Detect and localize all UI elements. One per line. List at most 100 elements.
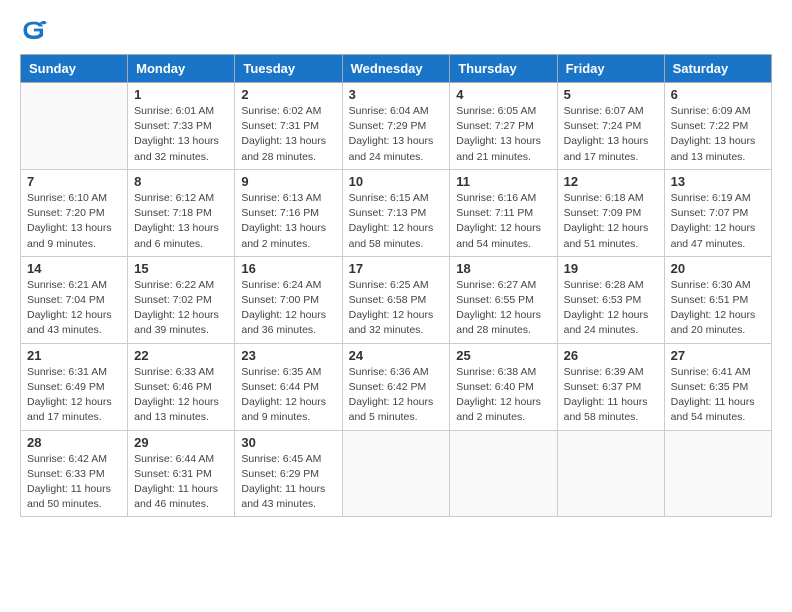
calendar-cell: 2 Sunrise: 6:02 AM Sunset: 7:31 PM Daylig… [235, 83, 342, 170]
day-info: Sunrise: 6:22 AM Sunset: 7:02 PM Dayligh… [134, 278, 228, 339]
day-number: 14 [27, 261, 121, 276]
calendar-cell [450, 430, 557, 517]
weekday-header-sunday: Sunday [21, 55, 128, 83]
day-info: Sunrise: 6:16 AM Sunset: 7:11 PM Dayligh… [456, 191, 550, 252]
calendar-cell: 23 Sunrise: 6:35 AM Sunset: 6:44 PM Dayli… [235, 343, 342, 430]
day-number: 28 [27, 435, 121, 450]
day-info: Sunrise: 6:10 AM Sunset: 7:20 PM Dayligh… [27, 191, 121, 252]
calendar-cell: 20Sunrise: 6:30 AM Sunset: 6:51 PM Dayli… [664, 256, 771, 343]
calendar-cell: 10 Sunrise: 6:15 AM Sunset: 7:13 PM Dayli… [342, 169, 450, 256]
day-info: Sunrise: 6:19 AM Sunset: 7:07 PM Dayligh… [671, 191, 765, 252]
day-number: 19 [564, 261, 658, 276]
day-info: Sunrise: 6:12 AM Sunset: 7:18 PM Dayligh… [134, 191, 228, 252]
day-info: Sunrise: 6:04 AM Sunset: 7:29 PM Dayligh… [349, 104, 444, 165]
day-number: 12 [564, 174, 658, 189]
day-number: 9 [241, 174, 335, 189]
day-number: 6 [671, 87, 765, 102]
calendar-cell [21, 83, 128, 170]
calendar-cell: 7 Sunrise: 6:10 AM Sunset: 7:20 PM Daylig… [21, 169, 128, 256]
calendar-cell: 3 Sunrise: 6:04 AM Sunset: 7:29 PM Daylig… [342, 83, 450, 170]
calendar-cell: 12 Sunrise: 6:18 AM Sunset: 7:09 PM Dayli… [557, 169, 664, 256]
day-number: 21 [27, 348, 121, 363]
day-number: 15 [134, 261, 228, 276]
calendar-week-row: 21 Sunrise: 6:31 AM Sunset: 6:49 PM Dayli… [21, 343, 772, 430]
day-number: 24 [349, 348, 444, 363]
day-info: Sunrise: 6:02 AM Sunset: 7:31 PM Dayligh… [241, 104, 335, 165]
day-number: 5 [564, 87, 658, 102]
weekday-header-tuesday: Tuesday [235, 55, 342, 83]
day-info: Sunrise: 6:13 AM Sunset: 7:16 PM Dayligh… [241, 191, 335, 252]
calendar-cell: 6Sunrise: 6:09 AM Sunset: 7:22 PM Daylig… [664, 83, 771, 170]
day-number: 27 [671, 348, 765, 363]
day-number: 7 [27, 174, 121, 189]
header [20, 16, 772, 44]
weekday-header-monday: Monday [128, 55, 235, 83]
calendar-week-row: 28 Sunrise: 6:42 AM Sunset: 6:33 PM Dayli… [21, 430, 772, 517]
calendar-cell: 28 Sunrise: 6:42 AM Sunset: 6:33 PM Dayli… [21, 430, 128, 517]
day-number: 13 [671, 174, 765, 189]
day-info: Sunrise: 6:21 AM Sunset: 7:04 PM Dayligh… [27, 278, 121, 339]
calendar-week-row: 7 Sunrise: 6:10 AM Sunset: 7:20 PM Daylig… [21, 169, 772, 256]
day-info: Sunrise: 6:18 AM Sunset: 7:09 PM Dayligh… [564, 191, 658, 252]
calendar-cell: 11 Sunrise: 6:16 AM Sunset: 7:11 PM Dayli… [450, 169, 557, 256]
day-number: 8 [134, 174, 228, 189]
day-number: 2 [241, 87, 335, 102]
calendar-cell: 9 Sunrise: 6:13 AM Sunset: 7:16 PM Daylig… [235, 169, 342, 256]
calendar-cell: 5 Sunrise: 6:07 AM Sunset: 7:24 PM Daylig… [557, 83, 664, 170]
day-info: Sunrise: 6:42 AM Sunset: 6:33 PM Dayligh… [27, 452, 121, 513]
day-number: 18 [456, 261, 550, 276]
day-number: 4 [456, 87, 550, 102]
day-info: Sunrise: 6:35 AM Sunset: 6:44 PM Dayligh… [241, 365, 335, 426]
calendar-cell: 27Sunrise: 6:41 AM Sunset: 6:35 PM Dayli… [664, 343, 771, 430]
day-info: Sunrise: 6:01 AM Sunset: 7:33 PM Dayligh… [134, 104, 228, 165]
weekday-header-friday: Friday [557, 55, 664, 83]
day-number: 22 [134, 348, 228, 363]
calendar-cell: 16 Sunrise: 6:24 AM Sunset: 7:00 PM Dayli… [235, 256, 342, 343]
calendar-header-row: SundayMondayTuesdayWednesdayThursdayFrid… [21, 55, 772, 83]
calendar-cell: 25 Sunrise: 6:38 AM Sunset: 6:40 PM Dayli… [450, 343, 557, 430]
day-info: Sunrise: 6:31 AM Sunset: 6:49 PM Dayligh… [27, 365, 121, 426]
calendar-cell [342, 430, 450, 517]
calendar-cell: 14 Sunrise: 6:21 AM Sunset: 7:04 PM Dayli… [21, 256, 128, 343]
day-info: Sunrise: 6:27 AM Sunset: 6:55 PM Dayligh… [456, 278, 550, 339]
calendar-cell: 18 Sunrise: 6:27 AM Sunset: 6:55 PM Dayli… [450, 256, 557, 343]
day-info: Sunrise: 6:15 AM Sunset: 7:13 PM Dayligh… [349, 191, 444, 252]
calendar-cell: 30Sunrise: 6:45 AM Sunset: 6:29 PM Dayli… [235, 430, 342, 517]
calendar-table: SundayMondayTuesdayWednesdayThursdayFrid… [20, 54, 772, 517]
day-number: 20 [671, 261, 765, 276]
day-number: 30 [241, 435, 335, 450]
logo-icon [20, 16, 48, 44]
calendar-cell: 4Sunrise: 6:05 AM Sunset: 7:27 PM Daylig… [450, 83, 557, 170]
day-info: Sunrise: 6:36 AM Sunset: 6:42 PM Dayligh… [349, 365, 444, 426]
day-info: Sunrise: 6:24 AM Sunset: 7:00 PM Dayligh… [241, 278, 335, 339]
day-info: Sunrise: 6:38 AM Sunset: 6:40 PM Dayligh… [456, 365, 550, 426]
calendar-cell: 1 Sunrise: 6:01 AM Sunset: 7:33 PM Daylig… [128, 83, 235, 170]
day-number: 10 [349, 174, 444, 189]
day-number: 26 [564, 348, 658, 363]
day-number: 3 [349, 87, 444, 102]
weekday-header-wednesday: Wednesday [342, 55, 450, 83]
calendar-cell: 26 Sunrise: 6:39 AM Sunset: 6:37 PM Dayli… [557, 343, 664, 430]
calendar-week-row: 1 Sunrise: 6:01 AM Sunset: 7:33 PM Daylig… [21, 83, 772, 170]
day-info: Sunrise: 6:07 AM Sunset: 7:24 PM Dayligh… [564, 104, 658, 165]
calendar-cell: 24 Sunrise: 6:36 AM Sunset: 6:42 PM Dayli… [342, 343, 450, 430]
day-number: 17 [349, 261, 444, 276]
calendar-cell: 13 Sunrise: 6:19 AM Sunset: 7:07 PM Dayli… [664, 169, 771, 256]
day-number: 25 [456, 348, 550, 363]
day-number: 1 [134, 87, 228, 102]
page-container: SundayMondayTuesdayWednesdayThursdayFrid… [0, 0, 792, 533]
calendar-cell: 8 Sunrise: 6:12 AM Sunset: 7:18 PM Daylig… [128, 169, 235, 256]
day-number: 23 [241, 348, 335, 363]
day-info: Sunrise: 6:39 AM Sunset: 6:37 PM Dayligh… [564, 365, 658, 426]
day-info: Sunrise: 6:28 AM Sunset: 6:53 PM Dayligh… [564, 278, 658, 339]
day-info: Sunrise: 6:44 AM Sunset: 6:31 PM Dayligh… [134, 452, 228, 513]
calendar-cell: 17Sunrise: 6:25 AM Sunset: 6:58 PM Dayli… [342, 256, 450, 343]
logo [20, 16, 50, 44]
calendar-cell: 29 Sunrise: 6:44 AM Sunset: 6:31 PM Dayli… [128, 430, 235, 517]
calendar-cell: 22Sunrise: 6:33 AM Sunset: 6:46 PM Dayli… [128, 343, 235, 430]
day-number: 11 [456, 174, 550, 189]
day-number: 16 [241, 261, 335, 276]
calendar-cell [664, 430, 771, 517]
weekday-header-saturday: Saturday [664, 55, 771, 83]
day-number: 29 [134, 435, 228, 450]
